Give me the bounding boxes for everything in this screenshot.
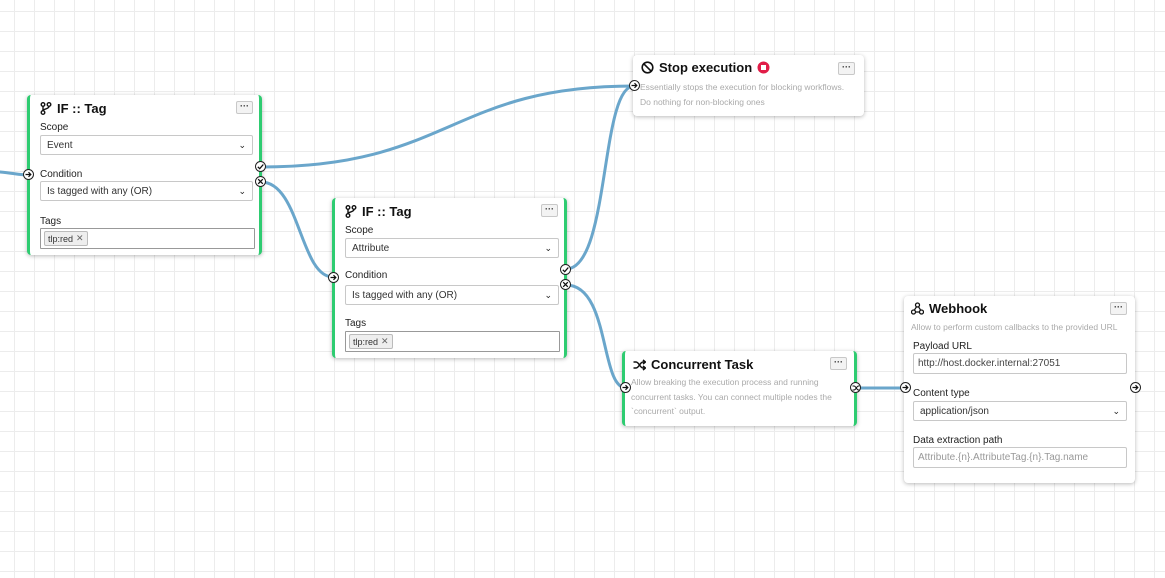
node-menu-button[interactable]: ··· [838,62,855,75]
block-icon [641,61,654,74]
chevron-down-icon: ⌄ [544,242,552,253]
payload-url-input[interactable]: http://host.docker.internal:27051 [913,353,1127,374]
node-description: Allow to perform custom callbacks to the… [911,322,1118,332]
stop-circle-icon [757,61,770,74]
node-title: Webhook [911,301,987,316]
node-title: Stop execution [641,60,770,75]
input-port[interactable] [23,169,34,180]
condition-value: Is tagged with any (OR) [352,289,458,301]
condition-label: Condition [40,169,83,180]
condition-value: Is tagged with any (OR) [47,185,153,197]
fail-output-port[interactable] [560,279,571,290]
scope-value: Attribute [352,242,390,254]
remove-tag-icon[interactable]: ✕ [381,336,389,347]
node-if-tag-event[interactable]: IF :: Tag ··· Scope Event ⌄ Condition Is… [27,95,262,255]
payload-url-label: Payload URL [913,341,972,352]
content-type-label: Content type [913,388,970,399]
edge-if1-success-to-stop [259,84,636,169]
connection-edges [0,84,907,390]
node-concurrent-task[interactable]: Concurrent Task ··· Allow breaking the e… [622,351,857,426]
node-title-text: IF :: Tag [362,204,412,219]
node-menu-button[interactable]: ··· [236,101,253,114]
branch-icon [345,205,357,218]
node-menu-button[interactable]: ··· [1110,302,1127,315]
scope-select[interactable]: Event ⌄ [40,135,253,155]
content-type-value: application/json [920,405,989,417]
concurrent-output-port[interactable] [850,382,861,393]
node-menu-button[interactable]: ··· [541,204,558,217]
data-extraction-label: Data extraction path [913,435,1003,446]
node-title: IF :: Tag [40,101,107,116]
edge-if2-success-to-stop [564,84,636,271]
node-stop-execution[interactable]: Stop execution ··· Essentially stops the… [633,55,864,116]
tag-chip-label: tlp:red [48,233,74,244]
node-if-tag-attribute[interactable]: IF :: Tag ··· Scope Attribute ⌄ Conditio… [332,198,567,358]
tags-input[interactable]: tlp:red ✕ [345,331,560,352]
condition-select[interactable]: Is tagged with any (OR) ⌄ [345,285,559,305]
node-title: Concurrent Task [633,357,753,372]
node-description: Essentially stops the execution for bloc… [640,80,844,109]
scope-value: Event [47,139,73,151]
description-line: Essentially stops the execution for bloc… [640,82,845,92]
node-title-text: Webhook [929,301,988,316]
fail-output-port[interactable] [255,176,266,187]
shuffle-icon [633,358,646,371]
data-extraction-input[interactable]: Attribute.{n}.AttributeTag.{n}.Tag.name [913,447,1127,468]
tags-input[interactable]: tlp:red ✕ [40,228,255,249]
description-line: Do nothing for non-blocking ones [640,96,765,107]
description-line: concurrent tasks. You can connect multip… [631,391,832,402]
webhook-icon [911,302,924,315]
scope-label: Scope [40,122,69,133]
remove-tag-icon[interactable]: ✕ [76,233,84,244]
chevron-down-icon: ⌄ [1112,405,1120,416]
input-port[interactable] [620,382,631,393]
scope-label: Scope [345,225,374,236]
chevron-down-icon: ⌄ [544,289,552,300]
node-menu-button[interactable]: ··· [830,357,847,370]
node-title-text: IF :: Tag [57,101,107,116]
input-port[interactable] [328,272,339,283]
tag-chip: tlp:red ✕ [44,231,88,246]
node-title-text: Stop execution [659,60,753,75]
input-port[interactable] [900,382,911,393]
description-line: `concurrent` output. [631,406,706,416]
tag-chip-label: tlp:red [353,336,379,347]
input-port[interactable] [629,80,640,91]
branch-icon [40,102,52,115]
success-output-port[interactable] [255,161,266,172]
chevron-down-icon: ⌄ [238,185,246,196]
edge-if2-fail-to-concurrent [564,283,628,390]
node-title-text: Concurrent Task [651,357,754,372]
node-description: Allow breaking the execution process and… [631,375,832,419]
tags-label: Tags [40,216,62,227]
condition-label: Condition [345,270,388,281]
edge-if1-fail-to-if2 [259,180,335,279]
chevron-down-icon: ⌄ [238,139,246,150]
node-title: IF :: Tag [345,204,412,219]
tag-chip: tlp:red ✕ [349,334,393,349]
node-webhook[interactable]: Webhook ··· Allow to perform custom call… [904,296,1135,483]
content-type-select[interactable]: application/json ⌄ [913,401,1127,421]
output-port[interactable] [1130,382,1141,393]
scope-select[interactable]: Attribute ⌄ [345,238,559,258]
description-line: Allow breaking the execution process and… [631,377,819,387]
success-output-port[interactable] [560,264,571,275]
condition-select[interactable]: Is tagged with any (OR) ⌄ [40,181,253,201]
tags-label: Tags [345,318,367,329]
